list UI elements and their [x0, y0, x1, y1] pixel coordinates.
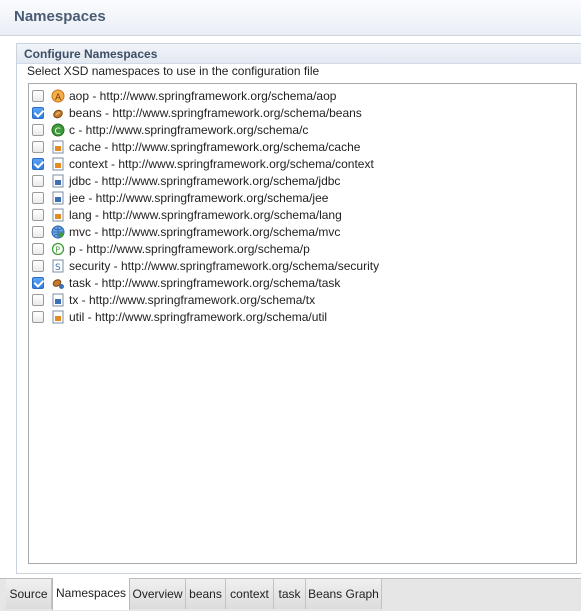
- task-icon: [51, 276, 65, 290]
- namespace-label: mvc - http://www.springframework.org/sch…: [69, 225, 341, 239]
- namespace-label: task - http://www.springframework.org/sc…: [69, 276, 341, 290]
- tab-namespaces[interactable]: Namespaces: [52, 578, 130, 610]
- xsd-file-icon: [51, 208, 65, 222]
- editor-tab-bar: Source Namespaces Overview beans context…: [0, 578, 581, 611]
- mvc-globe-icon: [51, 225, 65, 239]
- namespace-row-aop[interactable]: A aop - http://www.springframework.org/s…: [29, 88, 576, 105]
- security-icon: S: [51, 259, 65, 273]
- namespace-checkbox-aop[interactable]: [32, 90, 44, 102]
- namespace-label: context - http://www.springframework.org…: [69, 157, 374, 171]
- editor-header: Namespaces: [0, 0, 581, 36]
- namespace-row-util[interactable]: util - http://www.springframework.org/sc…: [29, 309, 576, 326]
- p-namespace-icon: P: [51, 242, 65, 256]
- namespace-row-lang[interactable]: lang - http://www.springframework.org/sc…: [29, 207, 576, 224]
- svg-text:P: P: [55, 246, 60, 255]
- namespace-label: security - http://www.springframework.or…: [69, 259, 380, 273]
- namespace-checkbox-mvc[interactable]: [32, 226, 44, 238]
- namespace-label: beans - http://www.springframework.org/s…: [69, 106, 362, 120]
- tab-context[interactable]: context: [226, 579, 274, 609]
- namespace-checkbox-jee[interactable]: [32, 192, 44, 204]
- aop-icon: A: [51, 89, 65, 103]
- namespace-checkbox-jdbc[interactable]: [32, 175, 44, 187]
- namespace-checkbox-cache[interactable]: [32, 141, 44, 153]
- svg-text:A: A: [55, 93, 62, 103]
- tab-task[interactable]: task: [274, 579, 306, 609]
- xsd-file-icon: [51, 140, 65, 154]
- configure-namespaces-section: Configure Namespaces Select XSD namespac…: [16, 43, 581, 574]
- tab-beans[interactable]: beans: [186, 579, 226, 609]
- namespace-row-c[interactable]: C c - http://www.springframework.org/sch…: [29, 122, 576, 139]
- namespace-checkbox-lang[interactable]: [32, 209, 44, 221]
- bean-icon: [51, 106, 65, 120]
- xsd-file-icon: [51, 310, 65, 324]
- namespace-row-cache[interactable]: cache - http://www.springframework.org/s…: [29, 139, 576, 156]
- xsd-file-icon: [51, 174, 65, 188]
- namespace-checkbox-context[interactable]: [32, 158, 44, 170]
- namespace-row-security[interactable]: S security - http://www.springframework.…: [29, 258, 576, 275]
- namespace-checkbox-p[interactable]: [32, 243, 44, 255]
- namespace-label: tx - http://www.springframework.org/sche…: [69, 293, 316, 307]
- namespace-row-jdbc[interactable]: jdbc - http://www.springframework.org/sc…: [29, 173, 576, 190]
- namespace-label: util - http://www.springframework.org/sc…: [69, 310, 328, 324]
- namespace-label: lang - http://www.springframework.org/sc…: [69, 208, 342, 222]
- xsd-file-icon: [51, 191, 65, 205]
- namespace-checkbox-util[interactable]: [32, 311, 44, 323]
- tab-source[interactable]: Source: [6, 579, 52, 609]
- section-description: Select XSD namespaces to use in the conf…: [27, 64, 320, 78]
- xsd-file-icon: [51, 293, 65, 307]
- namespace-label: aop - http://www.springframework.org/sch…: [69, 89, 337, 103]
- namespace-list[interactable]: A aop - http://www.springframework.org/s…: [28, 83, 577, 564]
- namespace-row-mvc[interactable]: mvc - http://www.springframework.org/sch…: [29, 224, 576, 241]
- namespace-checkbox-security[interactable]: [32, 260, 44, 272]
- section-title: Configure Namespaces: [24, 47, 158, 61]
- namespace-label: jdbc - http://www.springframework.org/sc…: [69, 174, 341, 188]
- namespace-row-tx[interactable]: tx - http://www.springframework.org/sche…: [29, 292, 576, 309]
- tab-beans-graph[interactable]: Beans Graph: [306, 579, 382, 609]
- namespace-checkbox-tx[interactable]: [32, 294, 44, 306]
- namespace-row-context[interactable]: context - http://www.springframework.org…: [29, 156, 576, 173]
- svg-text:S: S: [55, 263, 61, 273]
- namespace-row-task[interactable]: task - http://www.springframework.org/sc…: [29, 275, 576, 292]
- svg-text:C: C: [55, 127, 61, 137]
- c-namespace-icon: C: [51, 123, 65, 137]
- tab-overview[interactable]: Overview: [130, 579, 186, 609]
- namespace-label: p - http://www.springframework.org/schem…: [69, 242, 310, 256]
- namespace-checkbox-beans[interactable]: [32, 107, 44, 119]
- namespace-label: cache - http://www.springframework.org/s…: [69, 140, 361, 154]
- namespace-label: jee - http://www.springframework.org/sch…: [69, 191, 329, 205]
- namespace-row-jee[interactable]: jee - http://www.springframework.org/sch…: [29, 190, 576, 207]
- namespace-label: c - http://www.springframework.org/schem…: [69, 123, 309, 137]
- xsd-file-icon: [51, 157, 65, 171]
- namespace-row-p[interactable]: P p - http://www.springframework.org/sch…: [29, 241, 576, 258]
- page-title: Namespaces: [14, 8, 106, 25]
- section-header: Configure Namespaces: [17, 44, 581, 64]
- namespace-checkbox-c[interactable]: [32, 124, 44, 136]
- namespace-row-beans[interactable]: beans - http://www.springframework.org/s…: [29, 105, 576, 122]
- namespace-checkbox-task[interactable]: [32, 277, 44, 289]
